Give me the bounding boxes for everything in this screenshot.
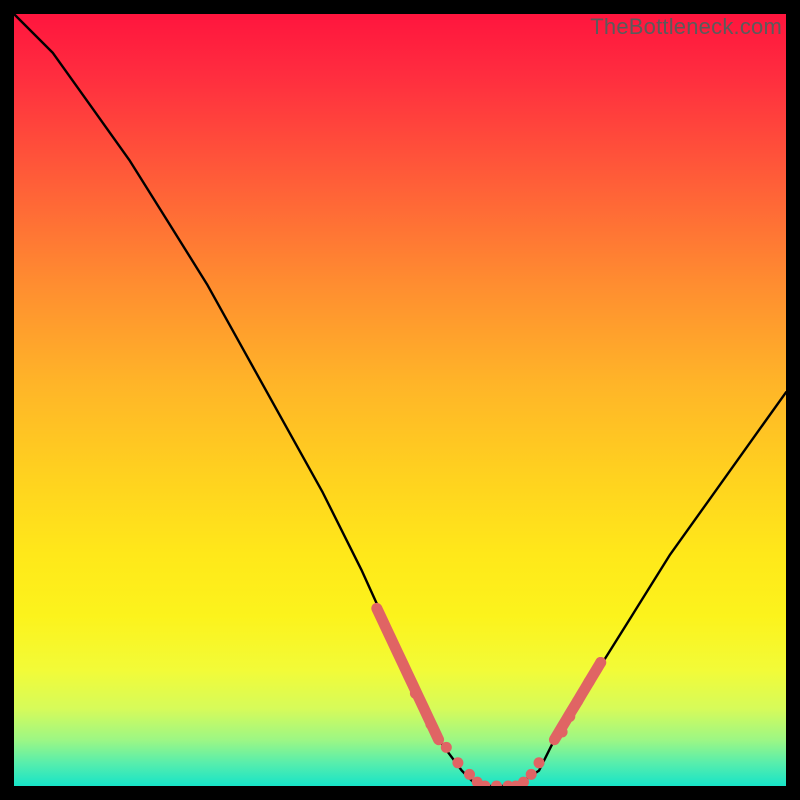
scatter-point [584, 676, 595, 687]
curve-layer [14, 14, 786, 786]
scatter-point [491, 781, 502, 787]
chart-frame: TheBottleneck.com [0, 0, 800, 800]
scatter-point [572, 696, 583, 707]
scatter-point [557, 727, 568, 738]
plot-area: TheBottleneck.com [14, 14, 786, 786]
scatter-point [534, 757, 545, 768]
scatter-point [410, 688, 421, 699]
scatter-point [425, 719, 436, 730]
scatter-point [452, 757, 463, 768]
scatter-point [526, 769, 537, 780]
scatter-point [595, 657, 606, 668]
scatter-point [564, 711, 575, 722]
scatter-point [441, 742, 452, 753]
